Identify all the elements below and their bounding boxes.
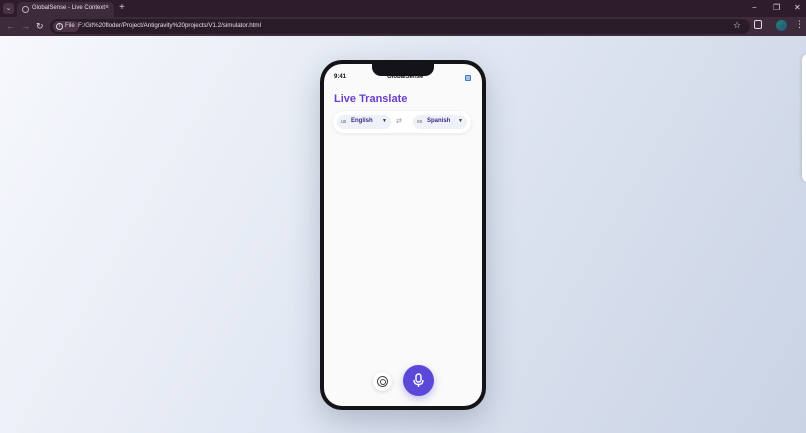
source-language-name: English [351,118,373,124]
puzzle-icon[interactable] [754,20,762,29]
tab-close-button[interactable]: × [105,4,109,11]
reload-button[interactable]: ↻ [36,21,44,32]
page-viewport: 9:41 GlobalSense Live Translate us Engli… [0,36,806,433]
camera-button[interactable] [373,372,392,391]
forward-button[interactable]: → [21,21,30,32]
source-flag-code: us [341,119,347,125]
browser-tab-bar: ⌄ GlobalSense - Live Context × + − ❐ ✕ [0,0,806,17]
restore-button[interactable]: ❐ [773,3,780,13]
calendar-icon[interactable] [465,75,471,81]
side-panel-tab[interactable] [802,54,806,182]
tab-search-button[interactable]: ⌄ [3,3,14,14]
tab-title: GlobalSense - Live Context [32,5,106,11]
info-icon: i [56,23,63,30]
status-time: 9:41 [334,74,347,80]
active-tab[interactable]: GlobalSense - Live Context × [17,2,114,17]
url-text: F:/Git%20floder/Project/Antigravity%20pr… [78,22,261,29]
globe-icon [22,6,29,13]
profile-avatar[interactable] [776,20,787,31]
address-bar[interactable]: i File F:/Git%20floder/Project/Antigravi… [50,19,750,34]
target-flag-code: es [417,119,423,125]
swap-icon[interactable]: ⇄ [396,117,402,125]
page-title: Live Translate [334,93,408,105]
back-button[interactable]: ← [6,21,15,32]
kebab-icon[interactable]: ⋮ [795,20,804,29]
target-language-name: Spanish [427,118,451,124]
phone-frame: 9:41 GlobalSense Live Translate us Engli… [320,60,486,410]
new-tab-button[interactable]: + [119,3,125,13]
source-language-select[interactable]: us English ▼ [337,115,391,129]
minimize-button[interactable]: − [752,3,757,13]
chevron-down-icon: ▼ [382,118,387,124]
phone-screen: 9:41 GlobalSense Live Translate us Engli… [324,64,482,406]
target-language-select[interactable]: es Spanish ▼ [413,115,467,129]
app-name: GlobalSense [387,74,424,80]
language-bar: us English ▼ ⇄ es Spanish ▼ [333,111,471,133]
microphone-button[interactable] [403,365,434,396]
close-window-button[interactable]: ✕ [794,3,801,13]
site-info-chip[interactable]: i File [53,21,79,32]
file-chip-label: File [65,23,75,29]
browser-toolbar: ← → ↻ i File F:/Git%20floder/Project/Ant… [0,17,806,36]
camera-icon [377,376,388,387]
chevron-down-icon: ▼ [458,118,463,124]
star-icon[interactable]: ☆ [733,20,741,31]
microphone-icon [413,373,424,387]
